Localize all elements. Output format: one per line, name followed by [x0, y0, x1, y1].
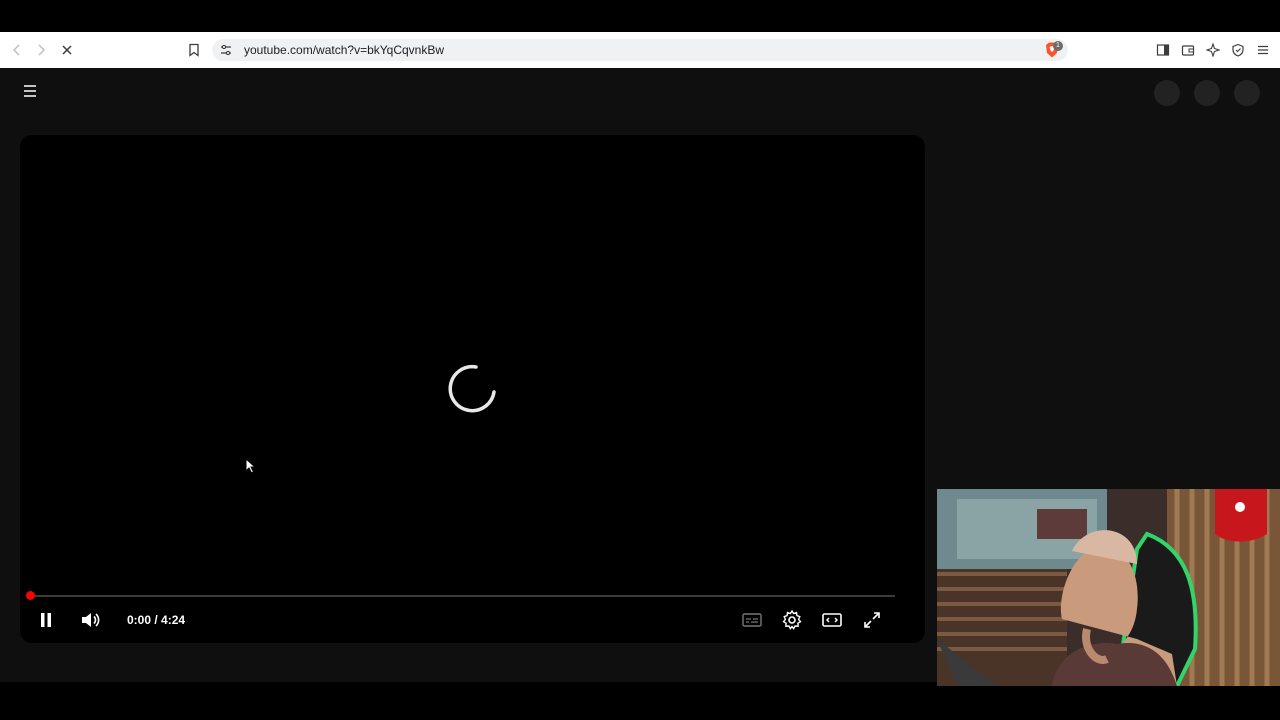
forward-icon[interactable] [31, 40, 51, 60]
webcam-overlay [937, 489, 1280, 686]
bookmark-icon[interactable] [184, 40, 204, 60]
fullscreen-button[interactable] [860, 608, 884, 632]
volume-icon [82, 613, 100, 627]
time-display: 0:00 / 4:24 [127, 613, 185, 628]
fullscreen-icon [864, 612, 880, 628]
back-icon[interactable] [7, 40, 27, 60]
site-settings-icon[interactable] [216, 40, 236, 60]
wallet-icon[interactable] [1178, 40, 1198, 60]
webcam-feed-image [937, 489, 1280, 686]
progress-bar[interactable] [30, 595, 895, 597]
vpn-shield-icon[interactable] [1228, 40, 1248, 60]
volume-button[interactable] [78, 608, 102, 632]
duration: 4:24 [161, 613, 186, 627]
browser-menu-icon[interactable] [1253, 40, 1273, 60]
loading-spinner-icon [448, 364, 496, 413]
placeholder-avatar[interactable] [1234, 80, 1260, 106]
url-text[interactable]: youtube.com/watch?v=bkYqCqvnkBw [244, 42, 444, 58]
subtitles-button[interactable] [740, 608, 764, 632]
guide-menu-icon[interactable] [20, 82, 40, 100]
placeholder-icon-2[interactable] [1194, 80, 1220, 106]
pause-button[interactable] [34, 608, 58, 632]
leo-ai-icon[interactable] [1203, 40, 1223, 60]
time-separator: / [151, 613, 162, 627]
shields-badge: 1 [1053, 41, 1063, 51]
title-bar [0, 0, 1280, 32]
theater-mode-icon [822, 613, 842, 627]
current-time: 0:00 [127, 613, 152, 627]
bottom-bar [0, 682, 1280, 720]
sidebar-icon[interactable] [1153, 40, 1173, 60]
settings-button[interactable] [780, 608, 804, 632]
gear-icon [782, 609, 802, 630]
scrubber-handle[interactable] [26, 591, 35, 600]
subtitles-icon [742, 613, 762, 627]
placeholder-icon-1[interactable] [1154, 80, 1180, 106]
mouse-cursor-icon [245, 458, 257, 474]
stop-loading-icon[interactable] [57, 40, 77, 60]
theater-mode-button[interactable] [820, 608, 844, 632]
pause-icon [41, 613, 51, 627]
